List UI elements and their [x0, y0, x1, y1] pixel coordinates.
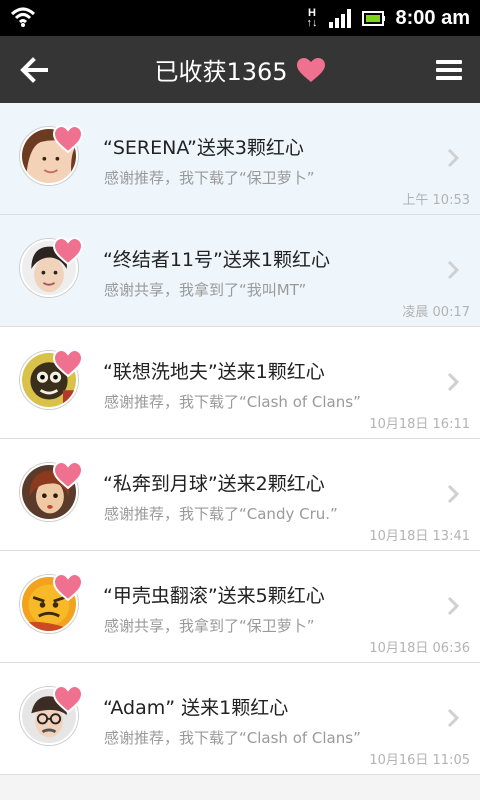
menu-icon[interactable] — [436, 58, 462, 82]
item-title: “联想洗地夫”送来1颗红心 — [103, 361, 325, 383]
page-title-text: 已收获1365 — [154, 58, 288, 86]
chevron-right-icon — [447, 596, 460, 616]
item-title: “Adam” 送来1颗红心 — [103, 697, 289, 719]
item-subtitle: 感谢共享，我拿到了“我叫MT” — [104, 281, 307, 299]
heart-badge-icon — [53, 349, 83, 377]
item-subtitle: 感谢推荐，我下载了“保卫萝卜” — [104, 169, 315, 187]
status-bar: H ↑↓ 8:00 am — [0, 0, 480, 36]
heart-icon — [296, 57, 325, 82]
page-title: 已收获1365 — [0, 36, 480, 103]
list-item[interactable]: “私奔到月球”送来2颗红心 感谢推荐，我下载了“Candy Cru.” 10月1… — [0, 439, 480, 551]
item-time: 10月18日 06:36 — [369, 641, 470, 656]
heart-badge-icon — [53, 573, 83, 601]
item-subtitle: 感谢推荐，我下载了“Candy Cru.” — [104, 505, 338, 523]
chevron-right-icon — [447, 372, 460, 392]
item-subtitle: 感谢推荐，我下载了“Clash of Clans” — [104, 729, 361, 747]
item-subtitle: 感谢推荐，我下载了“Clash of Clans” — [104, 393, 361, 411]
chevron-right-icon — [447, 708, 460, 728]
wifi-icon — [10, 7, 36, 27]
item-title: “私奔到月球”送来2颗红心 — [103, 473, 325, 495]
heart-badge-icon — [53, 125, 83, 153]
chevron-right-icon — [447, 484, 460, 504]
top-bar: 已收获1365 — [0, 36, 480, 103]
signal-icon — [328, 9, 351, 28]
item-time: 上午 10:53 — [402, 193, 470, 208]
item-title: “终结者11号”送来1颗红心 — [103, 249, 330, 271]
list-item[interactable]: “SERENA”送来3颗红心 感谢推荐，我下载了“保卫萝卜” 上午 10:53 — [0, 103, 480, 215]
chevron-right-icon — [447, 148, 460, 168]
item-title: “SERENA”送来3颗红心 — [103, 137, 304, 159]
list-item[interactable]: “联想洗地夫”送来1颗红心 感谢推荐，我下载了“Clash of Clans” … — [0, 327, 480, 439]
list-item[interactable]: “甲壳虫翻滚”送来5颗红心 感谢共享，我拿到了“保卫萝卜” 10月18日 06:… — [0, 551, 480, 663]
item-time: 10月18日 13:41 — [369, 529, 470, 544]
heart-list: “SERENA”送来3颗红心 感谢推荐，我下载了“保卫萝卜” 上午 10:53 … — [0, 103, 480, 775]
heart-badge-icon — [53, 237, 83, 265]
list-item[interactable]: “Adam” 送来1颗红心 感谢推荐，我下载了“Clash of Clans” … — [0, 663, 480, 775]
item-title: “甲壳虫翻滚”送来5颗红心 — [103, 585, 325, 607]
status-time: 8:00 am — [395, 6, 471, 29]
heart-badge-icon — [53, 685, 83, 713]
heart-badge-icon — [53, 461, 83, 489]
item-time: 10月16日 11:05 — [369, 753, 470, 768]
item-subtitle: 感谢共享，我拿到了“保卫萝卜” — [104, 617, 315, 635]
battery-icon — [361, 11, 385, 26]
item-time: 10月18日 16:11 — [369, 417, 470, 432]
item-time: 凌晨 00:17 — [402, 305, 470, 320]
network-type-indicator: H ↑↓ — [306, 7, 318, 29]
list-item[interactable]: “终结者11号”送来1颗红心 感谢共享，我拿到了“我叫MT” 凌晨 00:17 — [0, 215, 480, 327]
chevron-right-icon — [447, 260, 460, 280]
